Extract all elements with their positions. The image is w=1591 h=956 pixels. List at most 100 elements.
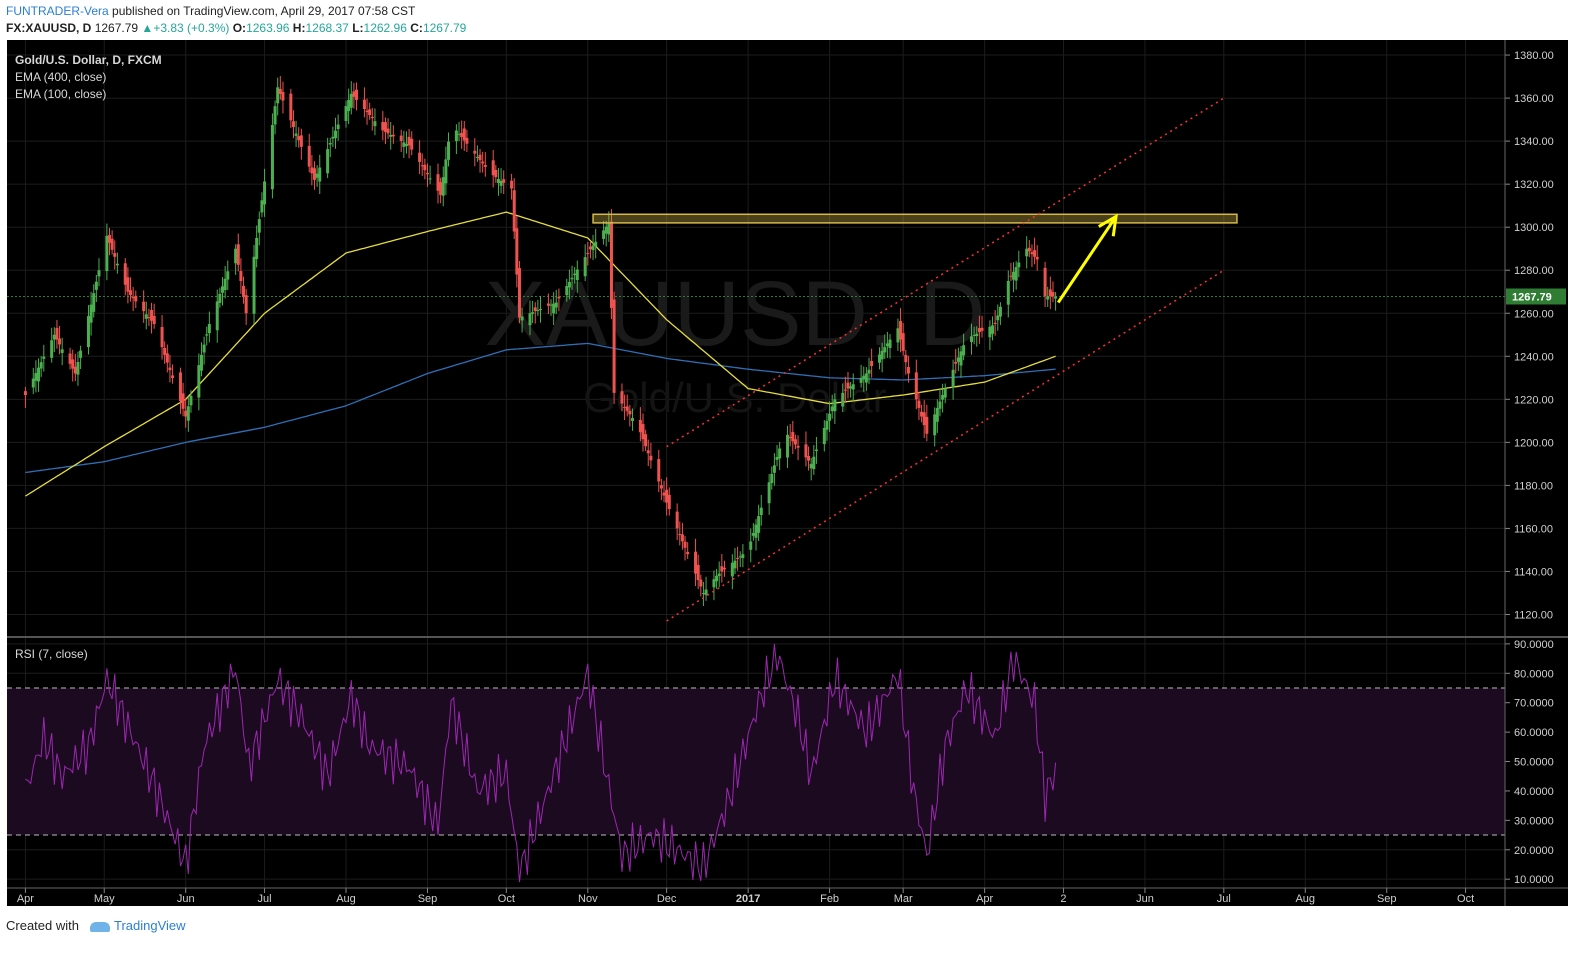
rsi-tick-label: 20.0000 xyxy=(1514,845,1554,857)
x-tick-label: Dec xyxy=(657,893,677,905)
candle-body xyxy=(977,328,981,333)
candle-body xyxy=(418,152,422,162)
candle-body xyxy=(644,434,648,447)
candle-body xyxy=(694,551,698,574)
candle-body xyxy=(573,273,577,276)
candle-body xyxy=(899,321,903,340)
candle-body xyxy=(263,181,267,205)
candle-body xyxy=(347,99,351,112)
candle-body xyxy=(318,167,322,182)
y-tick-label: 1280.00 xyxy=(1514,265,1554,277)
candle-body xyxy=(536,310,540,312)
author-link[interactable]: FUNTRADER-Vera xyxy=(6,4,109,18)
candle-body xyxy=(270,124,274,190)
candle-body xyxy=(833,399,837,412)
candle-body xyxy=(257,219,261,233)
candle-body xyxy=(97,270,101,277)
candle-body xyxy=(362,99,366,110)
candle-body xyxy=(1048,289,1052,297)
high-label: H: xyxy=(292,21,306,35)
candle-body xyxy=(822,428,826,445)
candle-body xyxy=(68,353,72,364)
candle-body xyxy=(510,180,514,189)
candle-body xyxy=(1017,262,1021,268)
candle-body xyxy=(609,221,613,308)
candle-body xyxy=(1035,256,1039,260)
candle-body xyxy=(662,492,666,496)
y-tick-label: 1340.00 xyxy=(1514,136,1554,148)
symbol-info: FX:XAUUSD, D 1267.79 ▲+3.83 (+0.3%) O:12… xyxy=(6,21,466,35)
candle-body xyxy=(991,325,995,334)
tradingview-link[interactable]: TradingView xyxy=(90,918,186,933)
candle-body xyxy=(628,410,632,415)
candle-body xyxy=(473,150,477,154)
candle-body xyxy=(517,268,521,318)
candle-body xyxy=(23,391,27,396)
candle-body xyxy=(37,367,41,382)
watermark-symbol: XAUUSD, D xyxy=(485,263,986,365)
candle-body xyxy=(720,566,724,572)
candle-body xyxy=(1046,296,1050,300)
candle-body xyxy=(223,278,227,291)
chart-area[interactable]: XAUUSD, D Gold/U.S. Dollar 1120.001140.0… xyxy=(0,40,1591,908)
candle-body xyxy=(588,246,592,250)
candle-body xyxy=(604,226,608,234)
candle-body xyxy=(675,511,679,529)
candle-body xyxy=(741,554,745,559)
candle-body xyxy=(520,316,524,321)
candle-body xyxy=(1033,250,1037,257)
candle-body xyxy=(607,222,611,235)
candle-body xyxy=(686,551,690,555)
price-change: +3.83 (+0.3%) xyxy=(153,21,230,35)
published-text: published on TradingView.com, April 29, … xyxy=(112,4,416,18)
candle-body xyxy=(1043,267,1047,297)
candle-body xyxy=(602,230,606,239)
candle-body xyxy=(244,295,248,314)
candle-body xyxy=(880,350,884,360)
candle-body xyxy=(186,406,190,421)
y-tick-label: 1160.00 xyxy=(1514,523,1553,535)
candle-body xyxy=(736,557,740,559)
y-tick-label: 1180.00 xyxy=(1514,480,1553,492)
candle-body xyxy=(496,179,500,183)
legend-ema400[interactable]: EMA (400, close) xyxy=(15,70,106,84)
candle-body xyxy=(701,592,705,594)
candle-body xyxy=(883,347,887,353)
candle-body xyxy=(236,244,240,265)
candle-body xyxy=(178,372,182,402)
candle-body xyxy=(906,367,910,374)
candle-body xyxy=(355,89,359,100)
x-tick-label: Sep xyxy=(418,893,438,905)
candle-body xyxy=(680,534,684,542)
candle-body xyxy=(938,401,942,409)
rsi-tick-label: 60.0000 xyxy=(1514,727,1554,739)
candle-body xyxy=(465,137,469,144)
candle-body xyxy=(499,180,503,186)
x-tick-label: 2017 xyxy=(736,893,760,905)
candle-body xyxy=(276,87,280,104)
candle-body xyxy=(326,149,330,174)
candle-body xyxy=(197,365,201,398)
candle-body xyxy=(207,324,211,334)
candle-body xyxy=(885,343,889,347)
candle-body xyxy=(502,179,506,183)
candle-body xyxy=(641,424,645,440)
candle-body xyxy=(242,285,246,298)
candle-body xyxy=(959,351,963,366)
candle-body xyxy=(993,322,997,325)
candle-body xyxy=(34,373,38,381)
legend-ema100[interactable]: EMA (100, close) xyxy=(15,87,106,101)
candle-body xyxy=(933,414,937,436)
candle-body xyxy=(123,263,127,285)
candle-body xyxy=(278,88,282,94)
candle-body xyxy=(436,174,440,191)
candle-body xyxy=(704,589,708,596)
legend-rsi[interactable]: RSI (7, close) xyxy=(15,647,88,661)
candle-body xyxy=(328,142,332,145)
y-tick-label: 1360.00 xyxy=(1514,93,1554,105)
candle-body xyxy=(365,110,369,113)
candle-body xyxy=(812,456,816,470)
candle-body xyxy=(696,564,700,581)
candle-body xyxy=(659,485,663,489)
candle-body xyxy=(165,353,169,363)
